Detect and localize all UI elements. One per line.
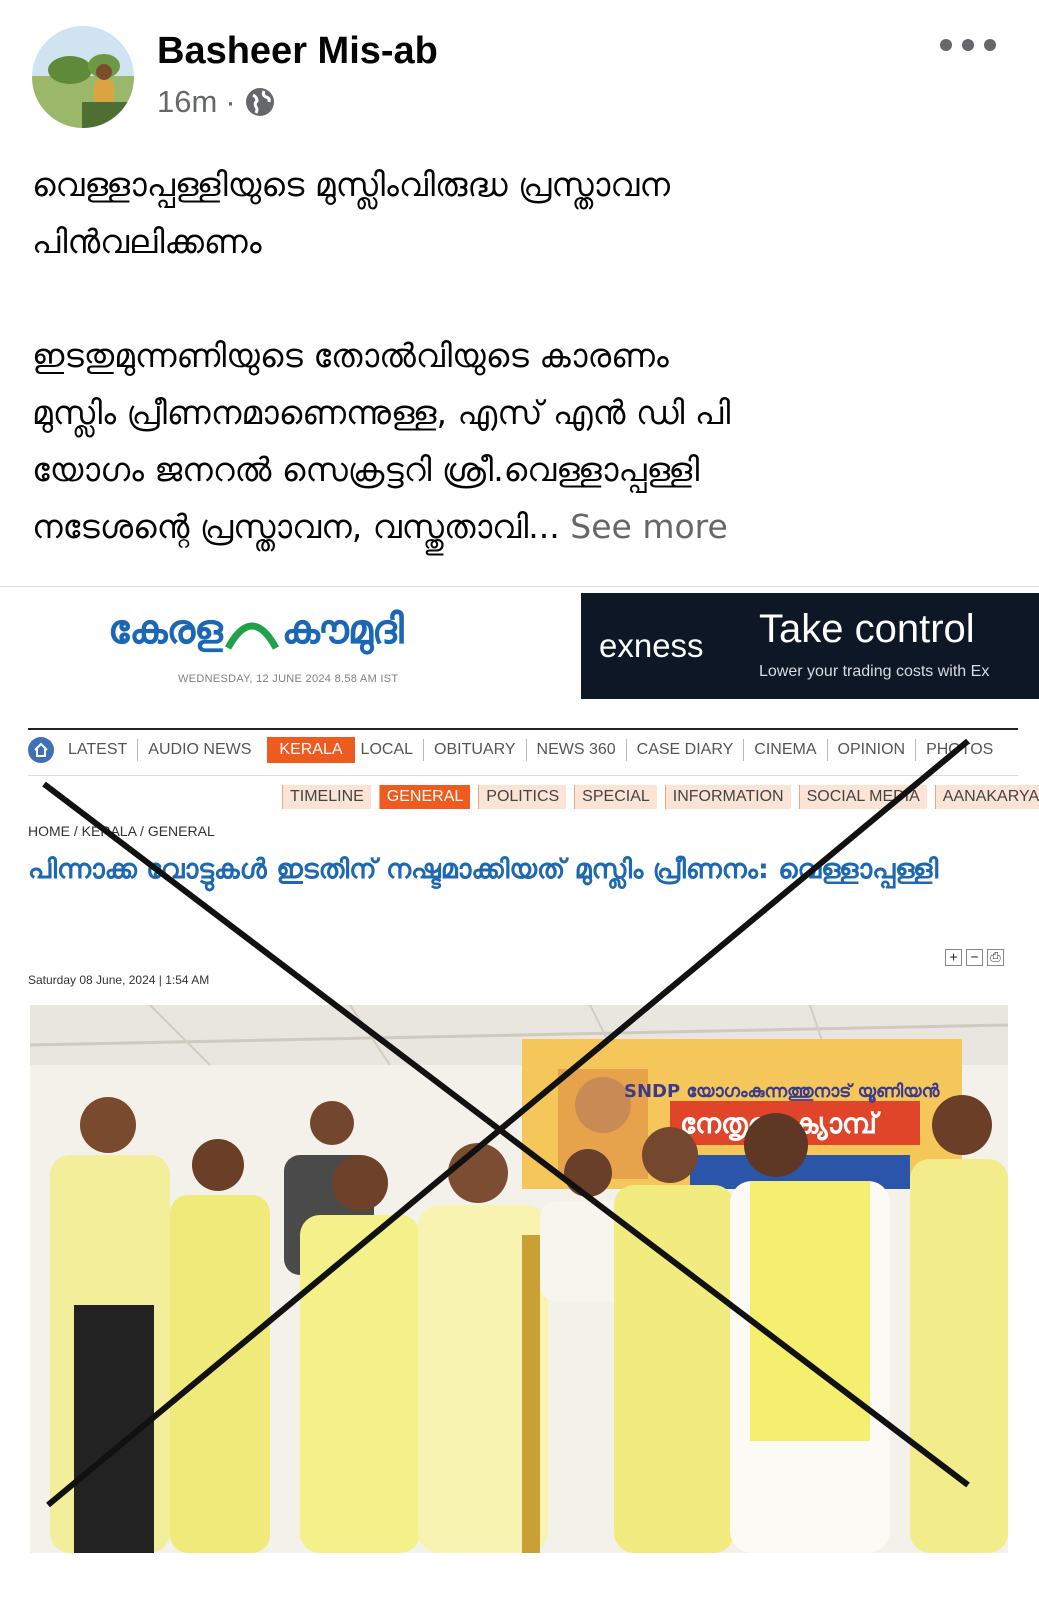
post-meta: 16m · (157, 84, 276, 120)
nav-item-case-diary[interactable]: CASE DIARY (625, 739, 744, 761)
subnav-item-social-media[interactable]: SOCIAL MEDIA (798, 785, 927, 809)
nav-item-news-360[interactable]: NEWS 360 (525, 739, 626, 761)
nav-item-cinema[interactable]: CINEMA (743, 739, 826, 761)
subnav-item-general[interactable]: GENERAL (378, 785, 471, 809)
nav-item-obituary[interactable]: OBITUARY (423, 739, 526, 761)
nav-top-rule (28, 728, 1018, 730)
avatar[interactable] (32, 26, 134, 128)
post-text-truncated: നടേശന്റെ പ്രസ്താവന, വസ്തുതാവി... (32, 507, 560, 546)
subnav-item-special[interactable]: SPECIAL (574, 785, 657, 809)
more-dot (940, 39, 952, 51)
post-text-line: പിൻവലിക്കണം (32, 222, 262, 261)
nav-item-local[interactable]: LOCAL (361, 739, 423, 761)
post-text-line: യോഗം ജനറൽ സെക്രട്ടറി ശ്രീ.വെള്ളാപ്പള്ളി (32, 450, 700, 489)
font-tools: + − ⎙ (945, 949, 1004, 966)
article-photo[interactable]: SNDP യോഗംകുന്നത്തുനാട് യൂണിയൻ നേതൃത്വ ക്… (30, 1005, 1008, 1553)
logo-left-word: കേരള (108, 607, 223, 653)
author-name[interactable]: Basheer Mis-ab (157, 30, 438, 73)
nav-item-kerala[interactable]: KERALA (267, 737, 355, 763)
nav-item-opinion[interactable]: OPINION (826, 739, 916, 761)
nav-divider (28, 775, 1018, 776)
post-text-line: ഇടതുമുന്നണിയുടെ തോൽവിയുടെ കാരണം (32, 336, 669, 375)
banner-text: SNDP യോഗംകുന്നത്തുനാട് യൂണിയൻ (624, 1081, 941, 1103)
subnav-item-politics[interactable]: POLITICS (478, 785, 567, 809)
font-increase-button[interactable]: + (945, 949, 962, 966)
main-nav: LATEST AUDIO NEWS KERALA LOCAL OBITUARY … (28, 735, 1018, 765)
more-dot (962, 39, 974, 51)
ad-brand: exness (599, 627, 704, 664)
post-header: Basheer Mis-ab 16m · (0, 0, 1039, 140)
newspaper-logo: കേരള കൗമുദി (108, 607, 404, 653)
ad-subtitle: Lower your trading costs with Ex (759, 663, 990, 680)
nav-item-latest[interactable]: LATEST (68, 739, 137, 761)
article-headline[interactable]: പിന്നാക്ക വോട്ടുകൾ ഇടതിന് നഷ്ടമാക്കിയത് … (28, 849, 988, 891)
nav-item-audio-news[interactable]: AUDIO NEWS (137, 739, 261, 761)
logo-arc-icon (224, 622, 279, 650)
advertisement-banner[interactable]: exness Take control Lower your trading c… (581, 593, 1039, 699)
meta-separator: · (225, 84, 236, 119)
shared-image[interactable]: കേരള കൗമുദി WEDNESDAY, 12 JUNE 2024 8.58… (0, 586, 1039, 1600)
font-decrease-button[interactable]: − (966, 949, 983, 966)
subnav-item-information[interactable]: INFORMATION (664, 785, 791, 809)
post-text-line-last: നടേശന്റെ പ്രസ്താവന, വസ്തുതാവി... See mor… (32, 498, 992, 555)
logo-right-word: കൗമുദി (281, 607, 404, 653)
more-dot (984, 39, 996, 51)
nav-item-photos[interactable]: PHOTOS (915, 739, 1003, 761)
post-text-line: വെള്ളാപ്പള്ളിയുടെ മുസ്ലിംവിരുദ്ധ പ്രസ്താ… (32, 165, 670, 204)
paper-date: WEDNESDAY, 12 JUNE 2024 8.58 AM IST (178, 673, 399, 685)
post-time[interactable]: 16m (157, 84, 217, 120)
post-text-line: മുസ്ലിം പ്രീണനമാണെന്നുള്ള, എസ് എൻ ഡി പി (32, 393, 731, 432)
globe-icon[interactable] (244, 86, 276, 118)
breadcrumb[interactable]: HOME / KERALA / GENERAL (28, 823, 215, 839)
subnav-item-aanakarya[interactable]: AANAKARYA (934, 785, 1039, 809)
article-date: Saturday 08 June, 2024 | 1:54 AM (28, 973, 210, 987)
ad-title: Take control (759, 607, 975, 651)
see-more-link[interactable]: See more (570, 507, 728, 546)
sub-nav: TIMELINE GENERAL POLITICS SPECIAL INFORM… (282, 783, 1039, 811)
post-text: വെള്ളാപ്പള്ളിയുടെ മുസ്ലിംവിരുദ്ധ പ്രസ്താ… (32, 156, 992, 555)
home-icon[interactable] (28, 737, 54, 763)
subnav-item-timeline[interactable]: TIMELINE (282, 785, 371, 809)
print-icon[interactable]: ⎙ (987, 949, 1004, 966)
more-horizontal-icon[interactable] (940, 30, 996, 60)
